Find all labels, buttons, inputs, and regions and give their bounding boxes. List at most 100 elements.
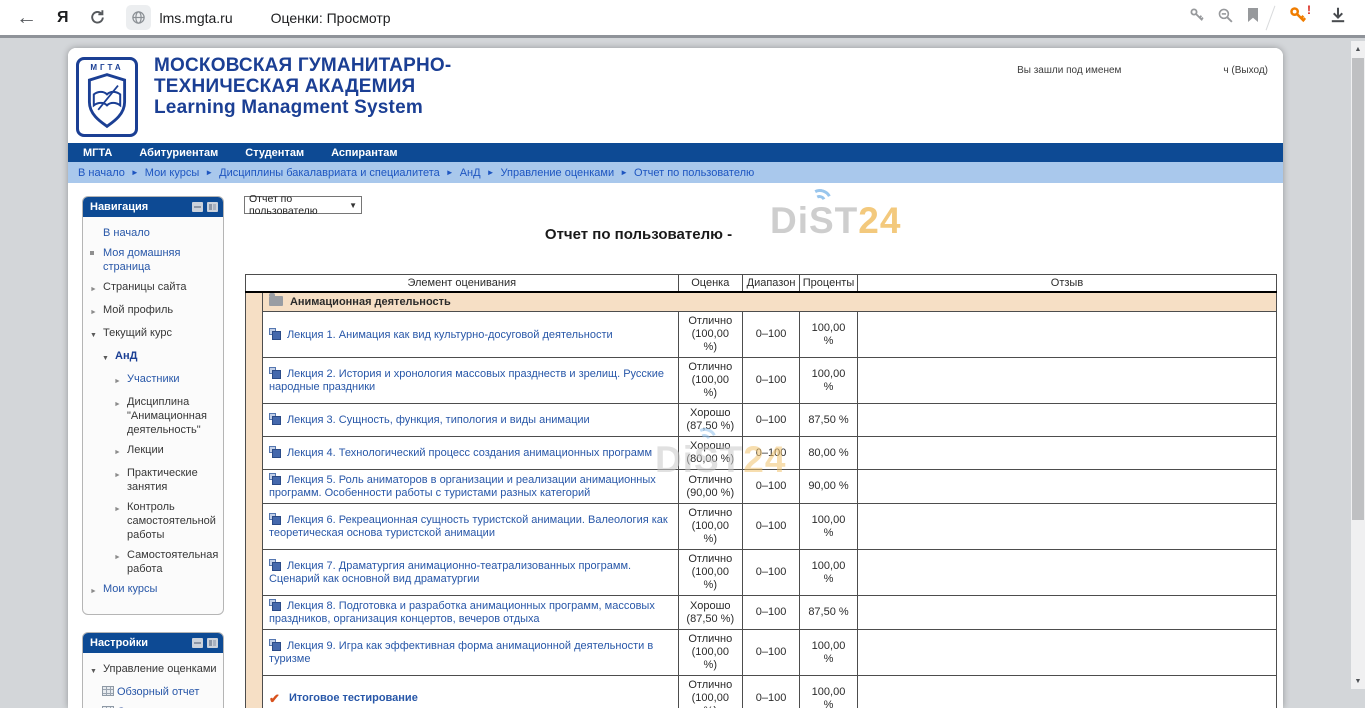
chevron-right-icon[interactable] bbox=[90, 303, 103, 320]
mgta-logo[interactable]: МГТА bbox=[76, 57, 138, 137]
nav-item-abiturientam[interactable]: Абитуриентам bbox=[139, 147, 218, 159]
grade-item-link[interactable]: Лекция 4. Технологический процесс создан… bbox=[287, 447, 652, 459]
grade-item-link[interactable]: Лекция 2. История и хронология массовых … bbox=[269, 368, 664, 393]
chevron-right-icon[interactable] bbox=[114, 372, 127, 389]
chevron-right-icon[interactable] bbox=[90, 280, 103, 297]
grade-item-link[interactable]: Лекция 7. Драматургия анимационно-театра… bbox=[269, 560, 631, 585]
table-row: Лекция 8. Подготовка и разработка анимац… bbox=[246, 596, 1277, 630]
chevron-right-icon[interactable] bbox=[114, 548, 127, 576]
sidebar-item-home[interactable]: В начало bbox=[90, 226, 219, 240]
find-on-page-icon[interactable] bbox=[1217, 7, 1234, 29]
grade-item-link[interactable]: Лекция 3. Сущность, функция, типология и… bbox=[287, 414, 590, 426]
sidebar-item-control[interactable]: Контроль самостоятельной работы bbox=[114, 500, 219, 542]
chevron-right-icon[interactable] bbox=[114, 466, 127, 494]
table-row: Лекция 9. Игра как эффективная форма ани… bbox=[246, 630, 1277, 676]
sidebar-item-course-and[interactable]: АнД bbox=[102, 349, 219, 366]
table-row: Лекция 5. Роль аниматоров в организации … bbox=[246, 470, 1277, 504]
lesson-icon bbox=[269, 413, 281, 425]
block-hide-icon[interactable] bbox=[192, 638, 203, 648]
chevron-right-icon[interactable] bbox=[114, 443, 127, 460]
sidebar-item-lectures[interactable]: Лекции bbox=[114, 443, 219, 460]
percent-cell: 87,50 % bbox=[800, 596, 858, 630]
grade-item-link[interactable]: Лекция 1. Анимация как вид культурно-дос… bbox=[287, 329, 613, 341]
navigation-tree: В начало Моя домашняя страница Страницы … bbox=[83, 217, 223, 614]
settings-block-header: Настройки bbox=[83, 633, 223, 653]
chevron-right-icon[interactable] bbox=[114, 395, 127, 437]
logout-link[interactable]: ч (Выход) bbox=[1223, 65, 1268, 76]
block-hide-icon[interactable] bbox=[192, 202, 203, 212]
lesson-icon bbox=[269, 599, 281, 611]
block-dock-icon[interactable] bbox=[207, 202, 218, 212]
feedback-cell bbox=[858, 437, 1277, 470]
breadcrumb-home[interactable]: В начало bbox=[78, 167, 125, 179]
feedback-cell bbox=[858, 404, 1277, 437]
percent-cell: 87,50 % bbox=[800, 404, 858, 437]
scroll-down-icon[interactable]: ▼ bbox=[1351, 674, 1365, 688]
scroll-up-icon[interactable]: ▲ bbox=[1351, 42, 1365, 56]
chevron-down-icon[interactable] bbox=[102, 349, 115, 366]
block-dock-icon[interactable] bbox=[207, 638, 218, 648]
sidebar-item-my-profile[interactable]: Мой профиль bbox=[90, 303, 219, 320]
grade-item-link[interactable]: Лекция 9. Игра как эффективная форма ани… bbox=[269, 640, 653, 665]
bookmark-icon[interactable] bbox=[1246, 7, 1260, 28]
range-cell: 0–100 bbox=[743, 470, 800, 504]
password-key-icon[interactable] bbox=[1189, 7, 1205, 28]
scrollbar-thumb[interactable] bbox=[1352, 58, 1364, 520]
scrollbar[interactable]: ▲ ▼ bbox=[1351, 41, 1365, 689]
breadcrumb-course[interactable]: АнД bbox=[460, 167, 481, 179]
chevron-down-icon[interactable] bbox=[90, 326, 103, 343]
breadcrumb-user-report[interactable]: Отчет по пользователю bbox=[634, 167, 754, 179]
percent-cell: 100,00 % bbox=[800, 504, 858, 550]
range-cell: 0–100 bbox=[743, 437, 800, 470]
sidebar-item-overview-report[interactable]: Обзорный отчет bbox=[102, 685, 219, 699]
sidebar-item-current-course[interactable]: Текущий курс bbox=[90, 326, 219, 343]
downloads-icon[interactable] bbox=[1329, 6, 1347, 29]
chevron-right-icon[interactable] bbox=[114, 500, 127, 542]
nav-item-mgta[interactable]: МГТА bbox=[83, 147, 112, 159]
sidebar-item-my-home[interactable]: Моя домашняя страница bbox=[90, 246, 219, 274]
breadcrumb-disciplines[interactable]: Дисциплины бакалавриата и специалитета bbox=[219, 167, 440, 179]
breadcrumb: В начало ► Мои курсы ► Дисциплины бакала… bbox=[68, 162, 1283, 183]
grade-item-link[interactable]: Лекция 8. Подготовка и разработка анимац… bbox=[269, 600, 655, 625]
grade-item-link[interactable]: Лекция 5. Роль аниматоров в организации … bbox=[269, 474, 656, 499]
folder-icon bbox=[269, 296, 283, 306]
report-type-select[interactable]: Отчет по пользователю ▼ bbox=[244, 196, 362, 214]
sidebar-item-grade-admin[interactable]: Управление оценками bbox=[90, 662, 219, 679]
browser-back-icon[interactable]: ← bbox=[16, 6, 37, 30]
password-alert-icon[interactable]: ! bbox=[1289, 6, 1307, 29]
globe-icon bbox=[131, 10, 146, 25]
grade-item-link[interactable]: Лекция 6. Рекреационная сущность туристс… bbox=[269, 514, 668, 539]
lesson-icon bbox=[269, 513, 281, 525]
grade-table: Элемент оценивания Оценка Диапазон Проце… bbox=[245, 274, 1277, 708]
grade-cell: Отлично(100,00 %) bbox=[678, 550, 743, 596]
feedback-cell bbox=[858, 504, 1277, 550]
sidebar-item-self-work[interactable]: Самостоятельная работа bbox=[114, 548, 219, 576]
lesson-icon bbox=[269, 559, 281, 571]
sidebar-item-site-pages[interactable]: Страницы сайта bbox=[90, 280, 219, 297]
percent-cell: 100,00 % bbox=[800, 358, 858, 404]
table-row: Лекция 4. Технологический процесс создан… bbox=[246, 437, 1277, 470]
site-security-badge[interactable] bbox=[126, 5, 151, 30]
breadcrumb-grade-admin[interactable]: Управление оценками bbox=[501, 167, 615, 179]
col-header-percent: Проценты bbox=[800, 275, 858, 293]
percent-cell: 100,00 % bbox=[800, 630, 858, 676]
nav-item-studentam[interactable]: Студентам bbox=[245, 147, 304, 159]
breadcrumb-my-courses[interactable]: Мои курсы bbox=[145, 167, 199, 179]
nav-item-aspirantam[interactable]: Аспирантам bbox=[331, 147, 397, 159]
address-bar-url[interactable]: lms.mgta.ru bbox=[160, 10, 233, 26]
refresh-icon[interactable] bbox=[89, 9, 106, 26]
table-header-row: Элемент оценивания Оценка Диапазон Проце… bbox=[246, 275, 1277, 293]
percent-cell: 100,00 % bbox=[800, 676, 858, 708]
breadcrumb-separator-icon: ► bbox=[446, 168, 454, 177]
range-cell: 0–100 bbox=[743, 312, 800, 358]
final-test-link[interactable]: Итоговое тестирование bbox=[289, 692, 418, 704]
sidebar-item-participants[interactable]: Участники bbox=[114, 372, 219, 389]
yandex-menu-icon[interactable]: Я bbox=[57, 9, 69, 27]
chevron-right-icon[interactable] bbox=[90, 582, 103, 599]
logo-shield-icon bbox=[85, 72, 129, 130]
grade-cell: Отлично(100,00 %) bbox=[678, 312, 743, 358]
sidebar-item-my-courses[interactable]: Мои курсы bbox=[90, 582, 219, 599]
sidebar-item-discipline[interactable]: Дисциплина "Анимационная деятельность" bbox=[114, 395, 219, 437]
sidebar-item-practice[interactable]: Практические занятия bbox=[114, 466, 219, 494]
chevron-down-icon[interactable] bbox=[90, 662, 103, 679]
